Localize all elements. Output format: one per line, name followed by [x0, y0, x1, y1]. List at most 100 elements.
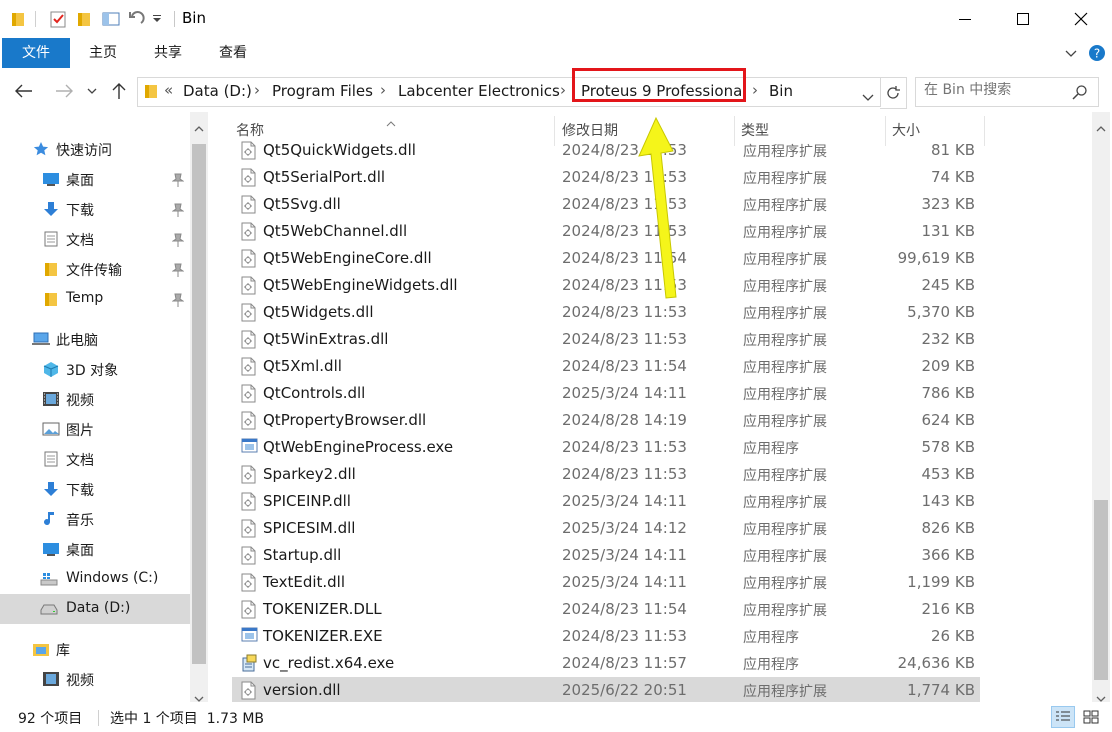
- file-row[interactable]: TOKENIZER.EXE 2024/8/23 11:53 应用程序 26 KB: [232, 623, 980, 650]
- breadcrumb-chevron-icon[interactable]: ›: [752, 81, 758, 99]
- nav-libraries[interactable]: 库: [0, 634, 190, 664]
- file-row[interactable]: Sparkey2.dll 2024/8/23 11:53 应用程序扩展 453 KB: [232, 461, 980, 488]
- file-row[interactable]: SPICESIM.dll 2025/3/24 14:12 应用程序扩展 826 KB: [232, 515, 980, 542]
- nav-quick-access[interactable]: 快速访问: [0, 134, 190, 164]
- nav-item-documents[interactable]: 文档: [0, 224, 190, 254]
- new-folder-icon[interactable]: [74, 9, 94, 29]
- address-dropdown-icon[interactable]: [862, 87, 874, 106]
- file-row[interactable]: Qt5WinExtras.dll 2024/8/23 11:53 应用程序扩展 232…: [232, 326, 980, 353]
- file-row[interactable]: TOKENIZER.DLL 2024/8/23 11:54 应用程序扩展 216 KB: [232, 596, 980, 623]
- file-name: Qt5Xml.dll: [263, 357, 342, 375]
- windows-drive-icon: [40, 571, 58, 587]
- undo-icon[interactable]: [126, 9, 146, 29]
- breadcrumb-labcenter[interactable]: Labcenter Electronics: [398, 82, 560, 100]
- minimize-button[interactable]: [936, 0, 994, 38]
- file-row[interactable]: version.dll 2025/6/22 20:51 应用程序扩展 1,774 KB: [232, 677, 980, 702]
- pin-icon[interactable]: [171, 172, 185, 187]
- scroll-up-icon[interactable]: [194, 118, 204, 137]
- nav-item-documents-pc[interactable]: 文档: [0, 444, 190, 474]
- pin-icon[interactable]: [171, 202, 185, 217]
- nav-item-temp[interactable]: Temp: [0, 284, 190, 314]
- file-row[interactable]: Qt5Xml.dll 2024/8/23 11:54 应用程序扩展 209 KB: [232, 353, 980, 380]
- search-icon[interactable]: [1072, 84, 1088, 104]
- file-row[interactable]: vc_redist.x64.exe 2024/8/23 11:57 应用程序 24,6…: [232, 650, 980, 677]
- file-type: 应用程序扩展: [743, 252, 827, 268]
- file-row[interactable]: TextEdit.dll 2025/3/24 14:11 应用程序扩展 1,199 K…: [232, 569, 980, 596]
- nav-item-music[interactable]: 音乐: [0, 504, 190, 534]
- nav-item-desktop[interactable]: 桌面: [0, 164, 190, 194]
- file-row[interactable]: Qt5WebChannel.dll 2024/8/23 11:53 应用程序扩展 13…: [232, 218, 980, 245]
- back-button[interactable]: [12, 79, 36, 103]
- file-row[interactable]: QtPropertyBrowser.dll 2024/8/28 14:19 应用程序…: [232, 407, 980, 434]
- nav-item-videos[interactable]: 视频: [0, 384, 190, 414]
- breadcrumb-chevron-icon[interactable]: ›: [254, 81, 260, 99]
- file-row[interactable]: SPICEINP.dll 2025/3/24 14:11 应用程序扩展 143 KB: [232, 488, 980, 515]
- expand-ribbon-icon[interactable]: [1064, 46, 1078, 60]
- breadcrumb-chevron-icon[interactable]: ›: [380, 81, 386, 99]
- pin-icon[interactable]: [171, 232, 185, 247]
- nav-item-pictures[interactable]: 图片: [0, 414, 190, 444]
- search-input[interactable]: [924, 82, 1064, 98]
- nav-item-file-transfer[interactable]: 文件传输: [0, 254, 190, 284]
- nav-this-pc[interactable]: 此电脑: [0, 324, 190, 354]
- tab-share[interactable]: 共享: [143, 38, 193, 68]
- file-type: 应用程序扩展: [743, 495, 827, 511]
- dll-file-icon: [241, 330, 256, 349]
- file-row[interactable]: Qt5SerialPort.dll 2024/8/23 11:53 应用程序扩展 74…: [232, 164, 980, 191]
- file-row[interactable]: Qt5WebEngineWidgets.dll 2024/8/23 11:53 应用…: [232, 272, 980, 299]
- file-row[interactable]: Qt5Widgets.dll 2024/8/23 11:53 应用程序扩展 5,370…: [232, 299, 980, 326]
- file-list-scroll-thumb[interactable]: [1094, 500, 1108, 680]
- scroll-up-icon[interactable]: [1096, 118, 1106, 137]
- nav-item-windows-c[interactable]: Windows (C:): [0, 564, 190, 594]
- nav-scroll-thumb[interactable]: [192, 144, 206, 664]
- refresh-button[interactable]: [880, 77, 907, 109]
- file-size: 578 KB: [921, 438, 975, 456]
- customize-dropdown-icon[interactable]: [150, 9, 164, 29]
- nav-item-download[interactable]: 下载: [0, 194, 190, 224]
- help-icon[interactable]: ?: [1088, 44, 1106, 62]
- nav-item-3d-objects[interactable]: 3D 对象: [0, 354, 190, 384]
- maximize-button[interactable]: [994, 0, 1052, 38]
- breadcrumb-bin[interactable]: Bin: [769, 82, 793, 100]
- details-view-button[interactable]: [1051, 706, 1075, 728]
- svg-text:?: ?: [1094, 47, 1100, 61]
- search-box[interactable]: [915, 77, 1099, 107]
- breadcrumb-data-d[interactable]: Data (D:): [183, 82, 252, 100]
- star-icon: [32, 141, 50, 157]
- file-row[interactable]: Qt5Svg.dll 2024/8/23 11:53 应用程序扩展 323 KB: [232, 191, 980, 218]
- tab-file[interactable]: 文件: [2, 38, 70, 68]
- dll-file-icon: [241, 600, 256, 619]
- tab-home[interactable]: 主页: [78, 38, 128, 68]
- breadcrumb-chevron-icon[interactable]: ›: [560, 81, 566, 99]
- nav-label: 下载: [66, 483, 94, 499]
- file-row[interactable]: QtControls.dll 2025/3/24 14:11 应用程序扩展 786 K…: [232, 380, 980, 407]
- nav-item-lib-videos[interactable]: 视频: [0, 664, 190, 694]
- nav-scrollbar[interactable]: [190, 112, 208, 702]
- pin-icon[interactable]: [171, 262, 185, 277]
- large-icons-view-button[interactable]: [1079, 706, 1103, 728]
- address-bar[interactable]: « Data (D:) › Program Files › Labcenter …: [137, 77, 881, 107]
- close-button[interactable]: [1052, 0, 1110, 38]
- pin-icon[interactable]: [171, 292, 185, 307]
- tab-view[interactable]: 查看: [208, 38, 258, 68]
- file-name: Qt5QuickWidgets.dll: [263, 141, 416, 159]
- overflow-chevron[interactable]: «: [164, 81, 173, 99]
- file-row[interactable]: Qt5QuickWidgets.dll 2024/8/23 11:53 应用程序扩展…: [232, 137, 980, 164]
- file-row[interactable]: Qt5WebEngineCore.dll 2024/8/23 11:54 应用程序扩…: [232, 245, 980, 272]
- nav-item-desktop-pc[interactable]: 桌面: [0, 534, 190, 564]
- file-name: SPICESIM.dll: [263, 519, 356, 537]
- file-size: 131 KB: [921, 222, 975, 240]
- file-row[interactable]: QtWebEngineProcess.exe 2024/8/23 11:53 应用程…: [232, 434, 980, 461]
- nav-item-download-pc[interactable]: 下载: [0, 474, 190, 504]
- pane-icon[interactable]: [100, 9, 122, 29]
- file-row[interactable]: Startup.dll 2025/3/24 14:11 应用程序扩展 366 KB: [232, 542, 980, 569]
- recent-locations-dropdown[interactable]: [82, 79, 102, 103]
- nav-item-data-d[interactable]: Data (D:): [0, 594, 190, 624]
- up-button[interactable]: [107, 79, 131, 103]
- file-name: Qt5WebEngineWidgets.dll: [263, 276, 458, 294]
- breadcrumb-program-files[interactable]: Program Files: [272, 82, 373, 100]
- file-list-scrollbar[interactable]: [1092, 112, 1110, 702]
- forward-button[interactable]: [52, 79, 76, 103]
- file-size: 826 KB: [921, 519, 975, 537]
- properties-check-icon[interactable]: [46, 9, 70, 29]
